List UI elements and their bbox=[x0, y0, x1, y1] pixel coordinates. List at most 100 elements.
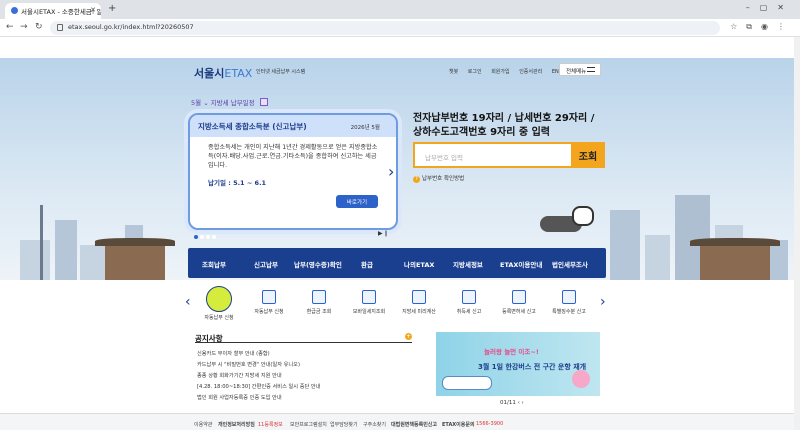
all-menu-button[interactable]: 전체메뉴 bbox=[559, 63, 601, 76]
payment-title: 전자납부번호 19자리 / 납세번호 29자리 / 상하수도고객번호 9자리 중… bbox=[413, 112, 594, 140]
browser-tab[interactable]: 서울시ETAX - 소중한세금! 알뜰 ✕ bbox=[5, 3, 101, 19]
card-date: 2026년 5월 bbox=[350, 125, 380, 131]
window-controls[interactable]: –▢✕ bbox=[746, 3, 794, 12]
payment-title-line2: 상하수도고객번호 9자리 중 입력 bbox=[413, 127, 551, 138]
pencil-icon bbox=[512, 290, 526, 304]
gnb-item-receipt[interactable]: 납부(영수증)확인 bbox=[294, 259, 342, 269]
browser-tab-strip: 서울시ETAX - 소중한세금! 알뜰 ✕ + –▢✕ bbox=[0, 0, 800, 19]
footer-phone: 1566-3900 bbox=[476, 421, 504, 427]
footer-terms[interactable]: 이용약관 bbox=[194, 421, 212, 428]
card-go-button[interactable]: 바로가기 bbox=[336, 195, 378, 208]
footer-staff[interactable]: 업무담당찾기 bbox=[330, 421, 358, 428]
quick-item-auto-pay[interactable]: 자동납부 신청 bbox=[198, 286, 240, 321]
new-tab-button[interactable]: + bbox=[108, 3, 116, 14]
quick-item-label: 등록면허세 신고 bbox=[502, 309, 536, 315]
payment-help-label: 납부번호 확인방법 bbox=[422, 176, 465, 182]
quick-next-arrow-icon[interactable]: › bbox=[600, 294, 606, 310]
site-info-icon[interactable] bbox=[57, 24, 63, 31]
page-scrollbar[interactable] bbox=[794, 37, 800, 430]
schedule-card: 지방소득세 종합소득분 (신고납부) 2026년 5월 종합소득세는 개인이 지… bbox=[188, 113, 398, 230]
coin-icon bbox=[562, 290, 576, 304]
link-chatbot[interactable]: 챗봇 bbox=[449, 69, 458, 75]
banner-line1: 놀러왕 놀먼 이조~! bbox=[484, 348, 539, 356]
url-text: etax.seoul.go.kr/index.html?20260507 bbox=[68, 23, 194, 31]
notice-item[interactable]: 종종 상황 회화가기간 지방세 지원 안내 bbox=[197, 372, 282, 379]
chatbot-robot-icon[interactable] bbox=[572, 206, 594, 226]
link-cert[interactable]: 인증서관리 bbox=[519, 69, 542, 75]
boat-illustration bbox=[442, 376, 492, 390]
gnb-item-etax-guide[interactable]: ETAX이용안내 bbox=[500, 259, 542, 269]
footer-privacy[interactable]: 개인정보처리방침 bbox=[218, 421, 255, 428]
footer-security[interactable]: 보안프로그램설치 bbox=[290, 421, 327, 428]
hamburger-icon bbox=[587, 67, 595, 72]
gnb-item-refund[interactable]: 환급 bbox=[361, 259, 373, 269]
url-input[interactable]: etax.seoul.go.kr/index.html?20260507 bbox=[50, 21, 720, 35]
calendar-icon[interactable] bbox=[259, 98, 268, 106]
promo-banner[interactable]: 놀러왕 놀먼 이조~! 3월 1일 한강버스 전 구간 운항 재개 bbox=[436, 332, 600, 396]
notice-more-icon[interactable]: + bbox=[405, 333, 412, 340]
gnb-item-local-tax-info[interactable]: 지방세정보 bbox=[453, 259, 483, 269]
logo-subtitle: 인터넷 세금납부 시스템 bbox=[256, 69, 306, 75]
payment-search-button[interactable]: 조회 bbox=[571, 142, 605, 168]
calculator-icon bbox=[312, 290, 326, 304]
payment-number-input[interactable]: 납부번호 입력 bbox=[413, 142, 571, 168]
toolbar-icons[interactable]: ☆⧉◉⋮ bbox=[730, 22, 794, 32]
quick-item-label: 모바일세지조회 bbox=[352, 309, 386, 315]
schedule-title: 지방세 납부일정 bbox=[210, 99, 255, 107]
link-signup[interactable]: 회원가입 bbox=[491, 69, 509, 75]
card-icon bbox=[262, 290, 276, 304]
quick-item-mobile[interactable]: 모바일세지조회 bbox=[348, 286, 390, 315]
quick-item-license[interactable]: 등록면허세 신고 bbox=[498, 286, 540, 315]
card-period: 납기일 : 5.1 ~ 6.1 bbox=[208, 179, 267, 187]
notice-item[interactable]: 법인 회원 사업자등록증 인증 도입 안내 bbox=[197, 394, 282, 401]
site-header: 서울시ETAX 인터넷 세금납부 시스템 챗봇 로그인 회원가입 인증서관리 E… bbox=[0, 58, 800, 84]
schedule-header[interactable]: 5월 ⌄ 지방세 납부일정 bbox=[191, 97, 268, 107]
site-favicon-icon bbox=[11, 7, 18, 14]
quick-item-label: 자동납부 신청 bbox=[204, 315, 234, 321]
site-logo[interactable]: 서울시ETAX bbox=[194, 65, 252, 81]
footer-inquiry[interactable]: ETAX이용문의 bbox=[442, 421, 475, 428]
quick-item-refund[interactable]: 환급금 조회 bbox=[298, 286, 340, 315]
auto-pay-icon bbox=[206, 286, 232, 312]
payment-help-link[interactable]: ? 납부번호 확인방법 bbox=[413, 174, 464, 183]
quick-item-label: 환급금 조회 bbox=[306, 309, 332, 315]
carousel-dots[interactable] bbox=[194, 233, 218, 241]
link-login[interactable]: 로그인 bbox=[468, 69, 482, 75]
mobile-icon bbox=[362, 290, 376, 304]
banner-line2: 3월 1일 한강버스 전 구간 운항 재개 bbox=[478, 363, 587, 371]
back-icon[interactable]: ← bbox=[6, 22, 14, 32]
forward-icon[interactable]: → bbox=[20, 22, 28, 32]
payment-title-line1: 전자납부번호 19자리 / 납세번호 29자리 / bbox=[413, 113, 595, 124]
notice-item[interactable]: [4.28. 18:00~18:30] 간편인증 서비스 일시 중단 안내 bbox=[197, 383, 320, 390]
schedule-month: 5월 bbox=[191, 99, 202, 107]
gnb-item-corp-audit[interactable]: 법인세무조사 bbox=[552, 259, 588, 269]
gnb-item-report-pay[interactable]: 신고납부 bbox=[254, 259, 278, 269]
logo-main-text: 서울시 bbox=[194, 67, 225, 80]
quick-item-label: 취득세 신고 bbox=[456, 309, 482, 315]
all-menu-label: 전체메뉴 bbox=[566, 69, 587, 75]
gnb-item-my-etax[interactable]: 나의ETAX bbox=[404, 259, 434, 269]
footer-reg[interactable]: 11등록정보 bbox=[258, 421, 283, 428]
gnb-item-lookup-pay[interactable]: 조회납부 bbox=[202, 259, 226, 269]
card-next-arrow-icon[interactable]: › bbox=[388, 162, 394, 181]
quick-item-auto-pay-2[interactable]: 자동납부 신청 bbox=[248, 286, 290, 315]
main-navigation: 조회납부 신고납부 납부(영수증)확인 환급 나의ETAX 지방세정보 ETAX… bbox=[188, 248, 606, 278]
quick-item-label: 지방세 미리계산 bbox=[402, 309, 436, 315]
building-icon bbox=[462, 290, 476, 304]
quick-item-acquisition[interactable]: 취득세 신고 bbox=[448, 286, 490, 315]
mascot-illustration bbox=[572, 370, 590, 388]
banner-pager[interactable]: 01/11 ‹ › bbox=[500, 400, 524, 406]
quick-item-withholding[interactable]: 특별징수분 신고 bbox=[548, 286, 590, 315]
footer: 이용약관 개인정보처리방침 11등록정보 보안프로그램설치 업무담당찾기 구주소… bbox=[0, 413, 800, 430]
reload-icon[interactable]: ↻ bbox=[35, 22, 43, 32]
footer-court[interactable]: 대법원면책등록민신고 bbox=[391, 421, 437, 428]
document-icon bbox=[412, 290, 426, 304]
footer-old-address[interactable]: 구주소찾기 bbox=[363, 421, 386, 428]
notice-divider bbox=[195, 342, 412, 343]
quick-item-precalc[interactable]: 지방세 미리계산 bbox=[398, 286, 440, 315]
close-tab-icon[interactable]: ✕ bbox=[90, 6, 96, 14]
notice-item[interactable]: 카드납부 시 "비밀번호 변경" 안내(일자 유니오) bbox=[197, 361, 300, 368]
notice-item[interactable]: 신용카드 무이자 할부 안내 (종합) bbox=[197, 350, 270, 357]
carousel-play-pause[interactable]: ▶ ∥ bbox=[378, 230, 388, 237]
help-icon: ? bbox=[413, 176, 420, 183]
